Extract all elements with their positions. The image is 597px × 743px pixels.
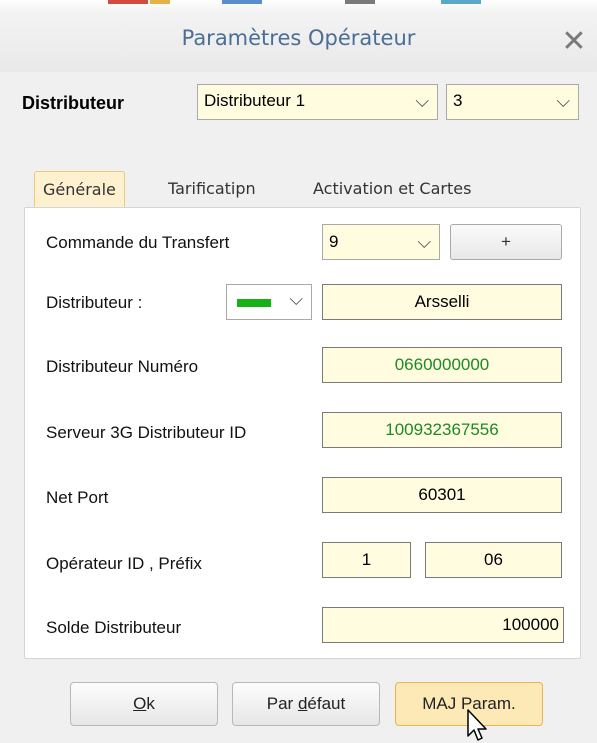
commande-select-value: 9 — [329, 232, 339, 251]
distributeur-name-field[interactable]: Arsselli — [322, 284, 562, 320]
serveur-id-field[interactable]: 100932367556 — [322, 412, 562, 448]
ok-button[interactable]: Ok — [70, 682, 218, 726]
background-mark — [222, 0, 262, 4]
ok-label-rest: k — [146, 694, 155, 713]
close-icon[interactable]: ✕ — [557, 24, 591, 58]
mouse-pointer-icon — [467, 709, 487, 741]
chevron-down-icon: ⌵ — [289, 289, 303, 309]
add-button[interactable]: + — [450, 224, 562, 260]
tab-generale[interactable]: Générale — [34, 171, 125, 209]
color-swatch — [237, 299, 271, 307]
color-select[interactable]: ⌵ — [226, 284, 312, 320]
default-button[interactable]: Par défaut — [232, 682, 380, 726]
netport-label: Net Port — [46, 488, 109, 507]
numero-label: Distributeur Numéro — [46, 357, 199, 376]
distributeur-number-select[interactable]: 3 ⌵ — [446, 84, 579, 120]
title-bar: Paramètres Opérateur ✕ — [0, 12, 597, 72]
operateur-id-field[interactable]: 1 — [322, 542, 411, 578]
background-mark — [441, 0, 481, 4]
distributeur-select[interactable]: Distributeur 1 ⌵ — [197, 84, 438, 120]
solde-label: Solde Distributeur — [46, 618, 182, 637]
solde-field[interactable]: 100000 — [322, 607, 564, 643]
tab-tarification[interactable]: Tarificatipn — [160, 171, 264, 207]
chevron-down-icon: ⌵ — [415, 91, 429, 111]
default-label-prefix: Par — [266, 694, 298, 713]
background-mark — [108, 0, 148, 4]
distributeur-number-value: 3 — [453, 91, 463, 110]
netport-field[interactable]: 60301 — [322, 477, 562, 513]
prefix-field[interactable]: 06 — [425, 542, 562, 578]
ok-mnemonic: O — [133, 694, 147, 713]
default-mnemonic: d — [297, 694, 308, 713]
operateur-label: Opérateur ID , Préfix — [46, 554, 202, 573]
commande-select[interactable]: 9 ⌵ — [322, 224, 440, 260]
serveur-label: Serveur 3G Distributeur ID — [46, 423, 247, 442]
default-label-rest: éfaut — [307, 694, 346, 713]
distributeur-select-value: Distributeur 1 — [204, 91, 306, 110]
chevron-down-icon: ⌵ — [556, 91, 570, 111]
numero-field[interactable]: 0660000000 — [322, 347, 562, 383]
window-title: Paramètres Opérateur — [181, 26, 416, 50]
tab-activation-cartes[interactable]: Activation et Cartes — [305, 171, 479, 207]
chevron-down-icon: ⌵ — [417, 232, 431, 252]
background-mark — [345, 0, 375, 4]
distributeur-row-label: Distributeur : — [46, 293, 143, 312]
distributeur-label: Distributeur — [22, 93, 125, 113]
background-mark — [150, 0, 170, 4]
commande-label: Commande du Transfert — [46, 233, 230, 252]
